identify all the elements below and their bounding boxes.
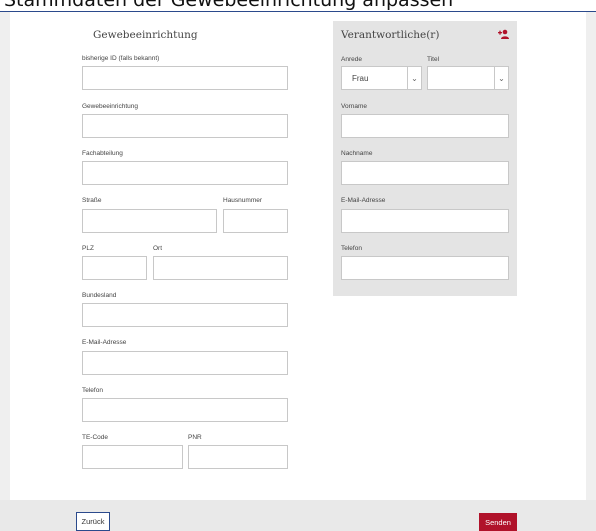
title-select[interactable]: ⌄ bbox=[427, 66, 509, 90]
department-label: Fachabteilung bbox=[82, 150, 123, 157]
salutation-value: Frau bbox=[352, 74, 369, 83]
facility-label: Gewebeeinrichtung bbox=[82, 103, 139, 110]
pnr-input[interactable] bbox=[188, 445, 288, 469]
house-number-label: Hausnummer bbox=[223, 197, 263, 204]
first-name-label: Vorname bbox=[341, 103, 368, 110]
street-label: Straße bbox=[82, 197, 102, 204]
house-number-input[interactable] bbox=[223, 209, 288, 233]
state-input[interactable] bbox=[82, 303, 288, 327]
salutation-label: Anrede bbox=[341, 56, 362, 63]
resp-email-label: E-Mail-Adresse bbox=[341, 197, 386, 204]
te-code-input[interactable] bbox=[82, 445, 183, 469]
resp-phone-label: Telefon bbox=[341, 245, 362, 252]
prev-id-input[interactable] bbox=[82, 66, 288, 90]
title-label: Titel bbox=[427, 56, 440, 63]
zip-input[interactable] bbox=[82, 256, 147, 280]
responsible-section-title: Verantwortliche(r) bbox=[341, 29, 440, 41]
zip-label: PLZ bbox=[82, 245, 94, 252]
facility-input[interactable] bbox=[82, 114, 288, 138]
department-input[interactable] bbox=[82, 161, 288, 185]
pnr-label: PNR bbox=[188, 434, 202, 441]
add-person-icon[interactable] bbox=[498, 29, 510, 39]
resp-phone-input[interactable] bbox=[341, 256, 509, 280]
last-name-label: Nachname bbox=[341, 150, 373, 157]
prev-id-label: bisherige ID (falls bekannt) bbox=[82, 55, 160, 62]
page-title: Stammdaten der Gewebeeinrichtung anpasse… bbox=[4, 0, 454, 11]
chevron-down-icon: ⌄ bbox=[494, 67, 508, 89]
city-input[interactable] bbox=[153, 256, 288, 280]
chevron-down-icon: ⌄ bbox=[407, 67, 421, 89]
footer-bar: Zurück Senden bbox=[0, 500, 596, 531]
page-header: Stammdaten der Gewebeeinrichtung anpasse… bbox=[0, 0, 596, 12]
state-label: Bundesland bbox=[82, 292, 117, 299]
salutation-select[interactable]: Frau ⌄ bbox=[341, 66, 422, 90]
resp-email-input[interactable] bbox=[341, 209, 509, 233]
city-label: Ort bbox=[153, 245, 163, 252]
phone-label: Telefon bbox=[82, 387, 103, 394]
last-name-input[interactable] bbox=[341, 161, 509, 185]
street-input[interactable] bbox=[82, 209, 217, 233]
back-button[interactable]: Zurück bbox=[76, 512, 110, 531]
first-name-input[interactable] bbox=[341, 114, 509, 138]
send-button[interactable]: Senden bbox=[479, 513, 517, 531]
email-input[interactable] bbox=[82, 351, 288, 375]
email-label: E-Mail-Adresse bbox=[82, 339, 127, 346]
phone-input[interactable] bbox=[82, 398, 288, 422]
facility-section-title: Gewebeeinrichtung bbox=[93, 29, 198, 41]
te-code-label: TE-Code bbox=[82, 434, 109, 441]
